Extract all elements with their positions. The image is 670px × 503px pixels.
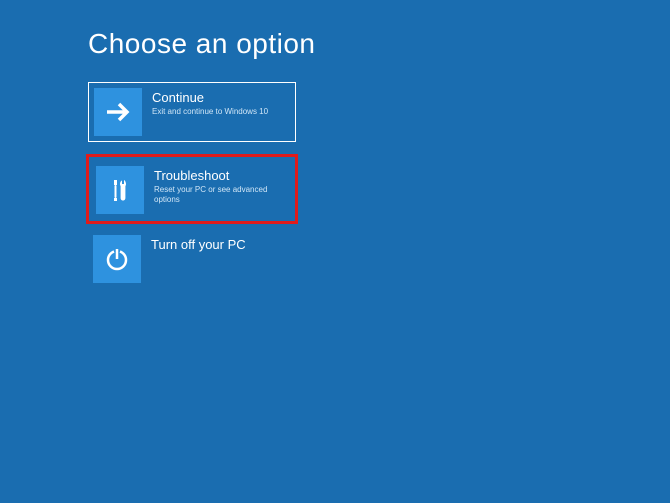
arrow-right-icon [94,88,142,136]
option-troubleshoot[interactable]: Troubleshoot Reset your PC or see advanc… [86,154,298,224]
page-title: Choose an option [88,28,670,60]
tools-icon [96,166,144,214]
option-continue[interactable]: Continue Exit and continue to Windows 10 [88,82,296,142]
option-turn-off[interactable]: Turn off your PC [88,230,296,290]
power-icon [93,235,141,283]
option-desc: Reset your PC or see advanced options [154,185,292,204]
option-title: Continue [152,90,268,105]
option-title: Turn off your PC [151,237,246,252]
option-desc: Exit and continue to Windows 10 [152,107,268,117]
option-title: Troubleshoot [154,168,292,183]
